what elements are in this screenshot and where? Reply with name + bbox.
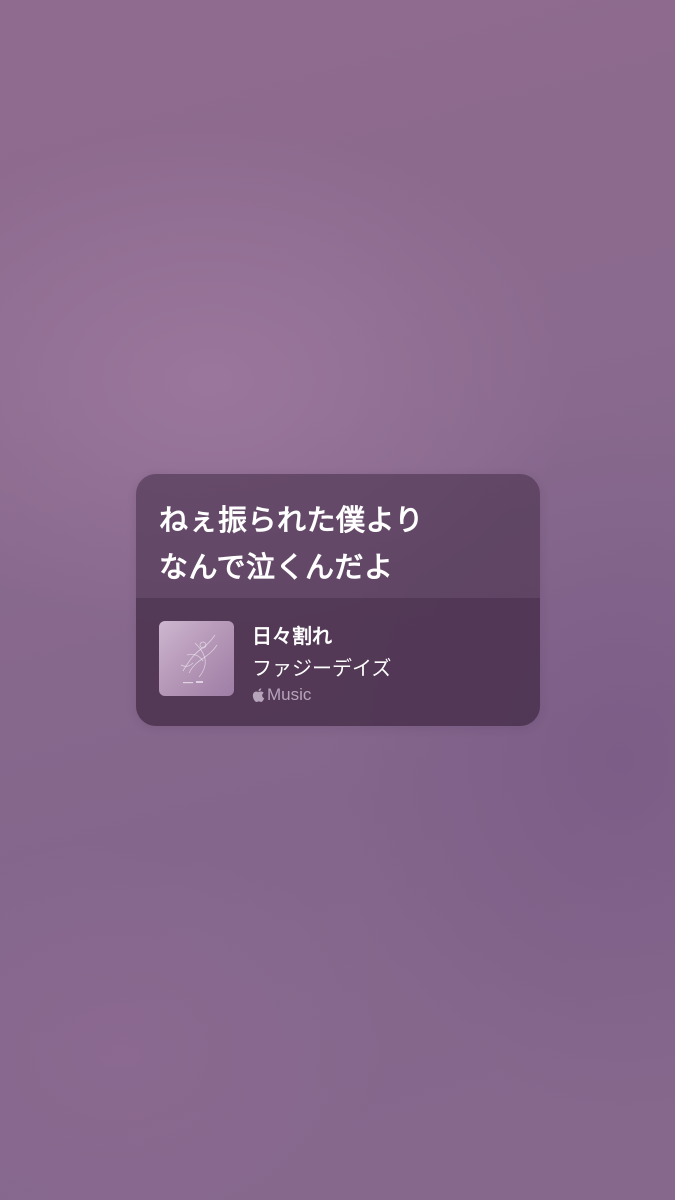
song-title: 日々割れ xyxy=(252,624,332,648)
lyric-line-1: ねぇ振られた僕より xyxy=(159,503,424,537)
lyrics-section: ねぇ振られた僕より なんで泣くんだよ xyxy=(136,474,540,598)
album-artwork[interactable] xyxy=(159,621,234,696)
album-artwork-illustration xyxy=(180,634,218,684)
apple-music-badge: Music xyxy=(251,685,311,705)
lyric-line-2: なんで泣くんだよ xyxy=(159,550,394,584)
artist-name: ファジーデイズ xyxy=(252,656,392,680)
music-service-label: Music xyxy=(267,685,312,704)
track-info-section[interactable]: 日々割れ ファジーデイズ Music xyxy=(136,598,540,726)
music-lyrics-card[interactable]: ねぇ振られた僕より なんで泣くんだよ 日々割れ ファジーデイズ Music xyxy=(136,474,540,726)
apple-logo-icon xyxy=(251,687,265,703)
